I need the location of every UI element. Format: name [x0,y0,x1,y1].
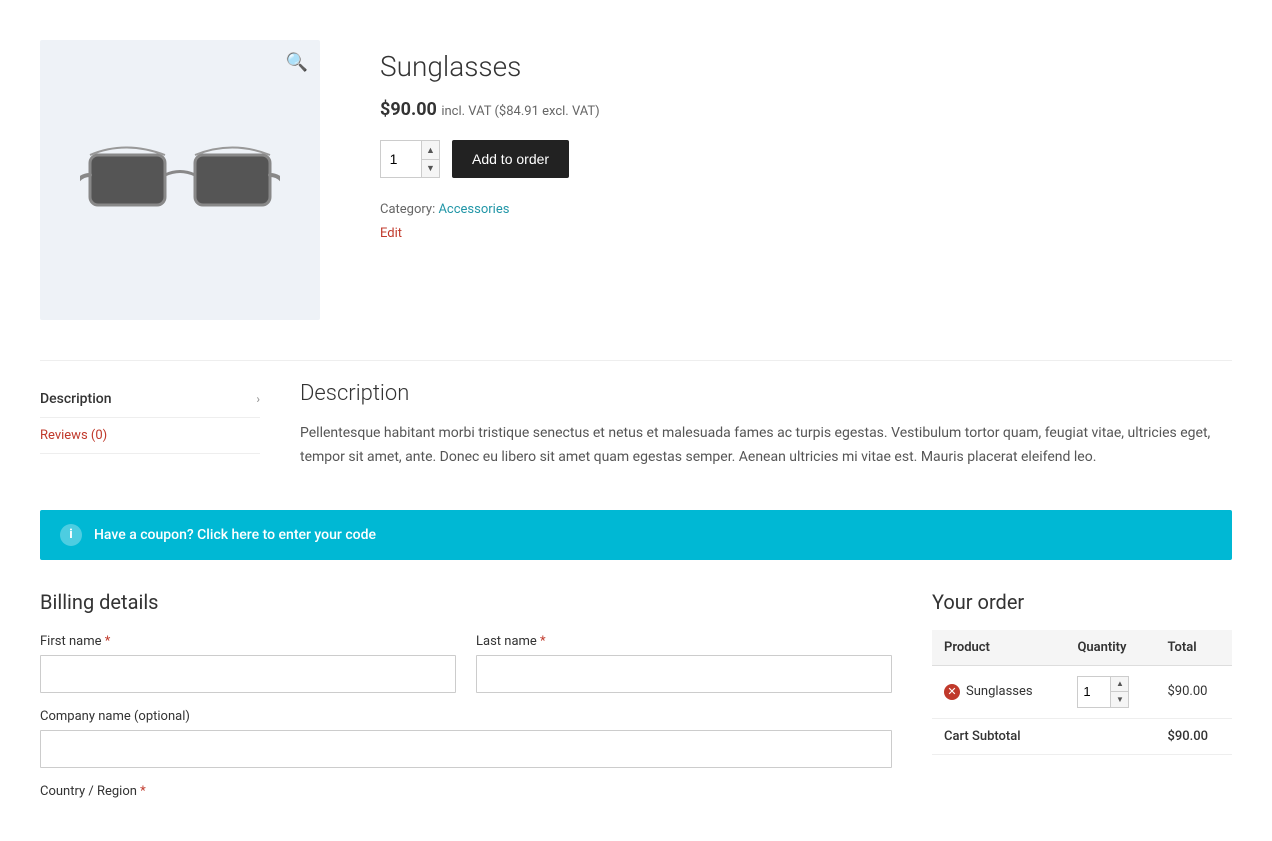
product-image [80,100,280,260]
last-name-group: Last name * [476,634,892,693]
order-item-total: $90.00 [1155,665,1232,718]
tab-reviews-link[interactable]: Reviews (0) [40,428,107,443]
order-qty-up[interactable]: ▲ [1110,677,1128,693]
tab-reviews[interactable]: Reviews (0) [40,418,260,454]
quantity-input[interactable] [381,141,421,177]
col-product: Product [932,630,1065,666]
order-title: Your order [932,590,1232,614]
country-group: Country / Region * [40,784,892,805]
country-label-text: Country / Region [40,784,137,799]
order-qty-down[interactable]: ▼ [1110,692,1128,707]
country-required: * [140,784,146,799]
first-name-input[interactable] [40,655,456,693]
col-total: Total [1155,630,1232,666]
first-name-group: First name * [40,634,456,693]
coupon-banner[interactable]: i Have a coupon? Click here to enter you… [40,510,1232,560]
tab-list: Description › Reviews (0) [40,381,260,470]
category-label: Category: [380,202,435,217]
company-row: Company name (optional) [40,709,892,768]
category-link[interactable]: Accessories [438,202,509,217]
first-name-required: * [105,634,111,649]
last-name-required: * [540,634,546,649]
tab-content-title: Description [300,381,1232,406]
country-row: Country / Region * [40,784,892,805]
first-name-label: First name * [40,634,456,649]
first-name-label-text: First name [40,634,101,649]
tabs-section: Description › Reviews (0) Description Pe… [40,360,1232,470]
remove-item-button[interactable]: ✕ [944,684,960,700]
quantity-stepper[interactable]: ▲ ▼ [380,140,440,178]
cart-subtotal-row: Cart Subtotal $90.00 [932,718,1232,754]
product-price: $90.00 incl. VAT ($84.91 excl. VAT) [380,99,1232,120]
tab-description[interactable]: Description › [40,381,260,418]
tab-content-text: Pellentesque habitant morbi tristique se… [300,422,1232,470]
order-quantity-input[interactable] [1078,677,1110,707]
checkout-section: Billing details First name * Last name * [40,590,1232,821]
country-label: Country / Region * [40,784,892,799]
last-name-label: Last name * [476,634,892,649]
company-label: Company name (optional) [40,709,892,724]
order-qty-spinners: ▲ ▼ [1110,677,1128,707]
add-to-order-button[interactable]: Add to order [452,140,569,178]
order-quantity-stepper[interactable]: ▲ ▼ [1077,676,1129,708]
order-item-row: ✕ Sunglasses ▲ ▼ [932,665,1232,718]
col-quantity: Quantity [1065,630,1155,666]
cart-subtotal-label: Cart Subtotal [932,718,1155,754]
info-icon: i [60,524,82,546]
order-table: Product Quantity Total ✕ Sunglasses [932,630,1232,755]
billing-details: Billing details First name * Last name * [40,590,892,821]
price-value: $90.00 [380,99,437,120]
tab-chevron-icon: › [256,392,260,406]
coupon-text: Have a coupon? Click here to enter your … [94,527,376,543]
company-group: Company name (optional) [40,709,892,768]
order-product-cell: ✕ Sunglasses [944,684,1053,700]
tab-description-label: Description [40,391,112,407]
name-row: First name * Last name * [40,634,892,693]
product-category: Category: Accessories [380,202,1232,217]
quantity-spinners: ▲ ▼ [421,141,439,177]
tab-content: Description Pellentesque habitant morbi … [300,381,1232,470]
order-item-name: Sunglasses [966,684,1033,699]
edit-link[interactable]: Edit [380,226,402,241]
product-title: Sunglasses [380,50,1232,83]
quantity-up-button[interactable]: ▲ [421,141,439,160]
vat-info: incl. VAT ($84.91 excl. VAT) [441,104,599,119]
quantity-down-button[interactable]: ▼ [421,160,439,178]
order-item-quantity: ▲ ▼ [1065,665,1155,718]
add-to-order-row: ▲ ▼ Add to order [380,140,1232,178]
zoom-icon[interactable]: 🔍 [286,52,308,73]
product-section: 🔍 Sunglasses [40,20,1232,320]
your-order: Your order Product Quantity Total ✕ [932,590,1232,821]
order-item-product: ✕ Sunglasses [932,665,1065,718]
billing-title: Billing details [40,590,892,614]
product-image-container: 🔍 [40,40,320,320]
cart-subtotal-value: $90.00 [1155,718,1232,754]
last-name-input[interactable] [476,655,892,693]
edit-link-wrapper: Edit [380,225,1232,241]
product-info: Sunglasses $90.00 incl. VAT ($84.91 excl… [380,40,1232,320]
last-name-label-text: Last name [476,634,537,649]
company-input[interactable] [40,730,892,768]
